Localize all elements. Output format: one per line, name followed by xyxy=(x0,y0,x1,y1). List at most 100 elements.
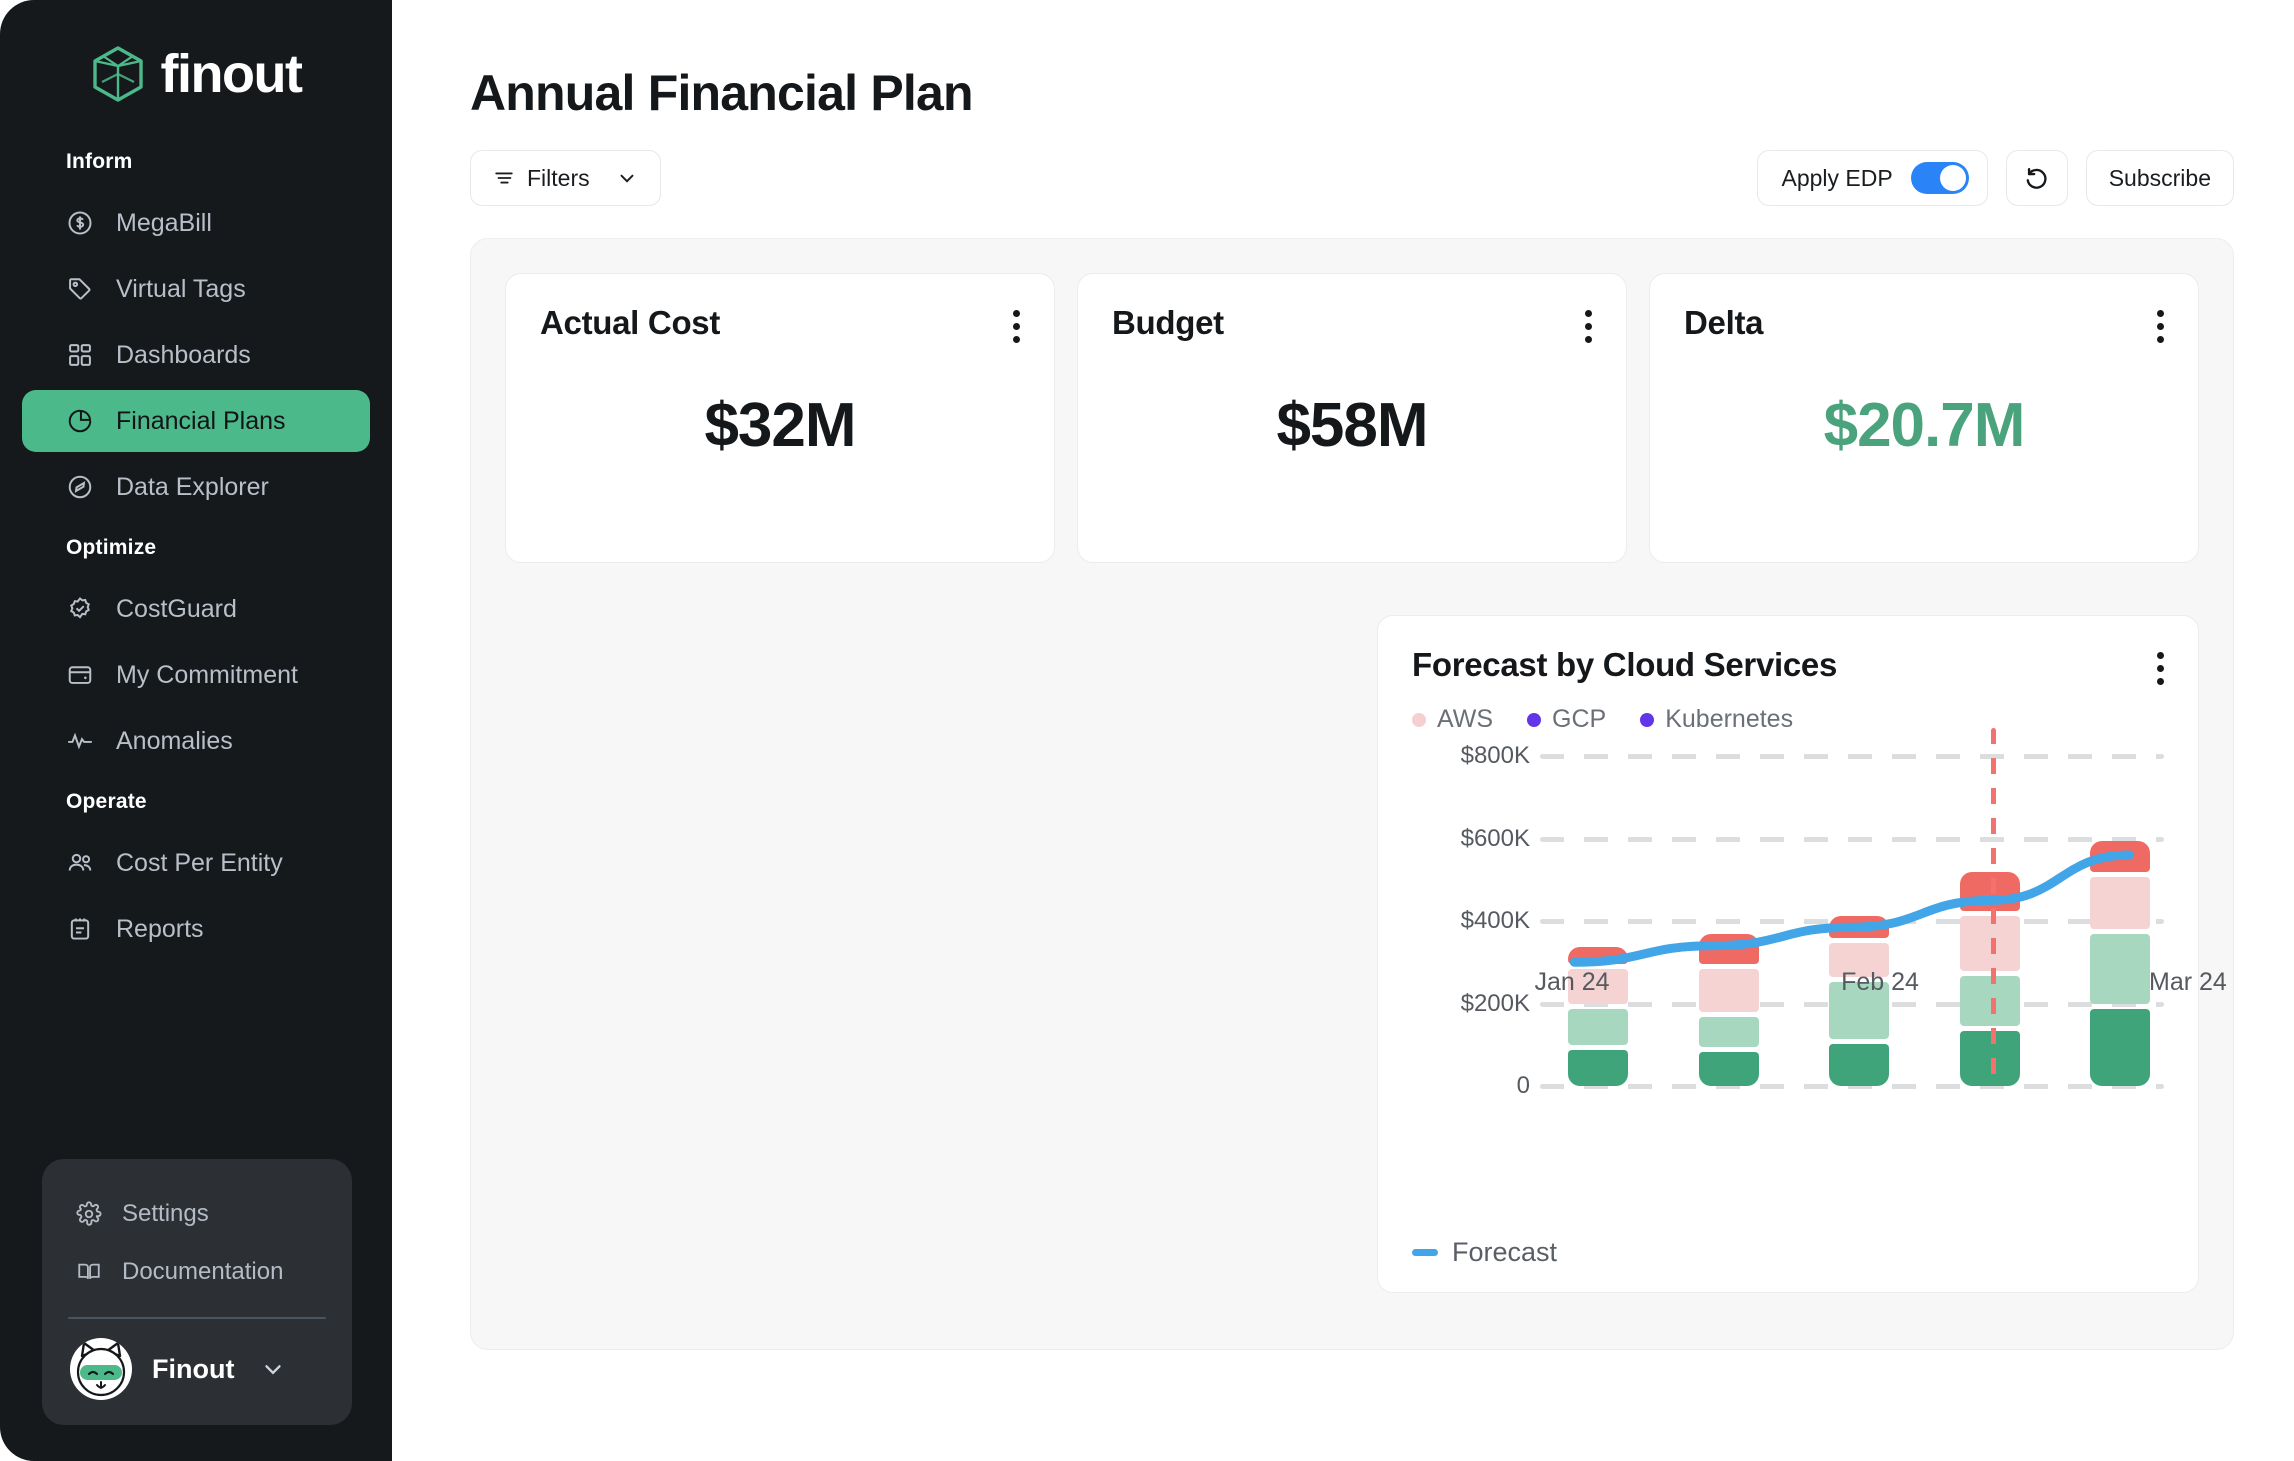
subscribe-button[interactable]: Subscribe xyxy=(2085,150,2234,206)
chevron-down-icon[interactable] xyxy=(260,1356,286,1382)
bar-segment-aws[interactable] xyxy=(2090,876,2150,930)
sidebar-item-label: Settings xyxy=(122,1200,209,1227)
sidebar-item-label: Virtual Tags xyxy=(116,274,246,303)
kebab-menu-icon[interactable] xyxy=(1012,304,1020,343)
x-axis-tick: Feb 24 xyxy=(1841,968,1919,996)
sidebar: finout Inform MegaBill Virtual Tags Dash… xyxy=(0,0,392,1461)
user-name: Finout xyxy=(152,1353,235,1384)
sidebar-item-megabill[interactable]: MegaBill xyxy=(22,192,370,254)
sidebar-item-label: Reports xyxy=(116,914,204,943)
bar-segment-gcp[interactable] xyxy=(1568,1008,1628,1045)
brand-name: finout xyxy=(160,44,303,104)
brand-logo[interactable]: finout xyxy=(0,0,392,136)
kpi-header: Actual Cost xyxy=(540,304,1020,343)
bar-stack[interactable] xyxy=(1568,756,1628,1086)
book-icon xyxy=(78,1263,100,1280)
bar-segment-gcp[interactable] xyxy=(1698,1016,1759,1047)
chevron-down-icon xyxy=(620,174,634,183)
forecast-legend[interactable]: Forecast xyxy=(1412,1237,1557,1268)
sidebar-item-anomalies[interactable]: Anomalies xyxy=(22,710,370,772)
compass-icon xyxy=(68,475,92,499)
kpi-header: Budget xyxy=(1112,304,1592,343)
sidebar-item-label: Documentation xyxy=(122,1258,284,1285)
kpi-title: Budget xyxy=(1112,304,1224,341)
bar-segment-forecasted[interactable] xyxy=(2090,841,2150,872)
bar-segment-kubernetes[interactable] xyxy=(1698,1051,1759,1086)
bar-segment-kubernetes[interactable] xyxy=(2090,1008,2150,1086)
bar-stack[interactable] xyxy=(2090,756,2150,1086)
legend-label: Kubernetes xyxy=(1665,705,1794,733)
page-title: Annual Financial Plan xyxy=(470,65,974,121)
apply-edp-toggle[interactable]: Apply EDP xyxy=(1756,150,1988,206)
sidebar-item-data-explorer[interactable]: Data Explorer xyxy=(22,456,370,518)
undo-rotate-icon xyxy=(2026,167,2047,189)
toolbar: Filters Apply EDP Subscribe xyxy=(392,122,2294,206)
clipboard-icon xyxy=(70,918,90,940)
kebab-menu-icon[interactable] xyxy=(2156,304,2164,343)
filters-label: Filters xyxy=(527,164,590,191)
y-axis-tick: $800K xyxy=(1460,742,1530,769)
grid-icon xyxy=(69,344,91,366)
bar-segment-kubernetes[interactable] xyxy=(1959,1031,2020,1086)
kpi-header: Delta xyxy=(1684,304,2164,343)
bar-segment-forecasted[interactable] xyxy=(1698,934,1759,965)
users-icon xyxy=(68,853,92,871)
legend-swatch xyxy=(1412,712,1426,727)
sidebar-item-costguard[interactable]: CostGuard xyxy=(22,578,370,640)
sidebar-item-virtual-tags[interactable]: Virtual Tags xyxy=(22,258,370,320)
sidebar-section-operate: Operate xyxy=(66,790,147,813)
sidebar-item-label: My Commitment xyxy=(116,660,298,689)
content-panel: Actual Cost $32M Budget $58M Delta $20.7… xyxy=(470,238,2234,1350)
legend-item-aws[interactable]: AWS xyxy=(1412,705,1493,734)
bar-stack[interactable] xyxy=(1959,756,2020,1086)
sidebar-item-settings[interactable]: Settings xyxy=(42,1185,352,1243)
kebab-menu-icon[interactable] xyxy=(2156,646,2164,685)
user-menu[interactable]: Finout xyxy=(42,1333,352,1405)
sidebar-item-label: Data Explorer xyxy=(116,472,269,501)
kpi-card-budget: Budget $58M xyxy=(1077,273,1627,563)
pie-chart-icon xyxy=(68,409,92,433)
legend-label: GCP xyxy=(1552,705,1607,733)
main-content: Annual Financial Plan Filters Apply EDP xyxy=(392,0,2294,1461)
sidebar-item-dashboards[interactable]: Dashboards xyxy=(22,324,370,386)
sidebar-item-my-commitment[interactable]: My Commitment xyxy=(22,644,370,706)
switch-knob xyxy=(1939,165,1966,191)
sidebar-item-label: Cost Per Entity xyxy=(116,848,283,877)
x-axis-tick: Mar 24 xyxy=(2149,968,2227,996)
chart-header: Forecast by Cloud Services xyxy=(1412,646,2164,685)
sidebar-item-label: Financial Plans xyxy=(116,406,286,435)
legend-item-gcp[interactable]: GCP xyxy=(1527,705,1606,734)
sidebar-item-financial-plans[interactable]: Financial Plans xyxy=(22,390,370,452)
bar-group xyxy=(1568,756,2150,1086)
apply-edp-label: Apply EDP xyxy=(1781,164,1893,191)
bar-segment-kubernetes[interactable] xyxy=(1568,1049,1628,1086)
reset-button[interactable] xyxy=(2005,150,2068,206)
apply-edp-switch[interactable] xyxy=(1910,162,1969,194)
kebab-menu-icon[interactable] xyxy=(1584,304,1592,343)
y-axis-tick: $600K xyxy=(1460,824,1530,852)
sidebar-item-cost-per-entity[interactable]: Cost Per Entity xyxy=(22,832,370,894)
sidebar-section-optimize: Optimize xyxy=(66,536,157,559)
sidebar-item-reports[interactable]: Reports xyxy=(22,898,370,960)
bar-segment-kubernetes[interactable] xyxy=(1829,1043,1889,1086)
chart-title: Forecast by Cloud Services xyxy=(1412,646,1838,683)
legend-item-kubernetes[interactable]: Kubernetes xyxy=(1640,705,1793,734)
legend-line-swatch xyxy=(1412,1249,1438,1256)
bar-stack[interactable] xyxy=(1829,756,1889,1086)
legend-label: AWS xyxy=(1437,705,1494,733)
kpi-card-delta: Delta $20.7M xyxy=(1649,273,2199,563)
bar-segment-forecasted[interactable] xyxy=(1568,946,1628,965)
bar-segment-aws[interactable] xyxy=(1959,915,2020,971)
y-axis-tick: $400K xyxy=(1460,907,1530,934)
bar-stack[interactable] xyxy=(1698,756,1759,1086)
chart-plot-area: 0 $200K $400K $600K $800K xyxy=(1412,728,2164,1099)
kpi-value: $20.7M xyxy=(1823,391,2026,460)
sidebar-item-documentation[interactable]: Documentation xyxy=(42,1243,352,1301)
kpi-title: Delta xyxy=(1684,304,1764,341)
sidebar-item-label: MegaBill xyxy=(116,208,212,237)
bar-segment-forecasted[interactable] xyxy=(1829,915,1889,938)
forecast-marker-line xyxy=(1990,728,1996,1086)
filters-button[interactable]: Filters xyxy=(470,150,661,206)
kpi-value: $32M xyxy=(704,391,856,460)
bar-segment-forecasted[interactable] xyxy=(1959,872,2020,911)
